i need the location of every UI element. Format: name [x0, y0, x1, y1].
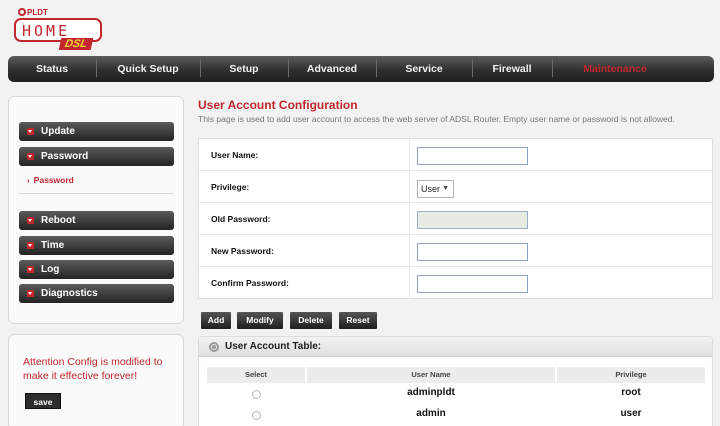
old-password-input [417, 211, 528, 229]
sidebar-item-time[interactable]: Time [19, 236, 174, 255]
delete-button[interactable]: Delete [290, 312, 332, 329]
gear-icon [209, 342, 219, 352]
chevron-down-icon [27, 128, 34, 135]
modify-button[interactable]: Modify [237, 312, 283, 329]
column-header-privilege: Privilege [557, 367, 705, 383]
chevron-down-icon [27, 242, 34, 249]
logo-brand: PLDT [27, 8, 48, 17]
username-input[interactable] [417, 147, 528, 165]
sidebar-item-diagnostics[interactable]: Diagnostics [19, 284, 174, 303]
column-header-select: Select [207, 367, 305, 383]
chevron-down-icon [27, 217, 34, 224]
sidebar-item-label: Update [41, 126, 75, 137]
save-notice-panel: Attention Config is modified to make it … [8, 334, 184, 426]
sidebar-item-update[interactable]: Update [19, 122, 174, 141]
username-label: User Name: [211, 150, 259, 160]
nav-firewall[interactable]: Firewall [472, 59, 552, 77]
nav-maintenance[interactable]: Maintenance [552, 59, 678, 77]
sidebar-item-label: Reboot [41, 215, 76, 226]
sidebar-menu: Update Password › Password Reboot Time Lo… [8, 96, 184, 324]
table-cell-privilege: root [621, 387, 641, 398]
chevron-right-icon: › [27, 176, 30, 185]
table-cell-user: admin [416, 408, 446, 419]
sidebar-subitem-password[interactable]: › Password [27, 175, 74, 185]
chevron-down-icon [27, 290, 34, 297]
logo-tag: DSL [58, 38, 94, 50]
pldt-home-dsl-logo: PLDT HOME DSL [14, 8, 106, 52]
chevron-down-icon [27, 266, 34, 273]
add-button[interactable]: Add [201, 312, 231, 329]
sidebar-item-reboot[interactable]: Reboot [19, 211, 174, 230]
form-row-new-password: New Password: [199, 235, 712, 267]
sidebar-divider [19, 193, 174, 194]
nav-advanced[interactable]: Advanced [288, 59, 376, 77]
chevron-down-icon: ▼ [442, 185, 449, 192]
row-select-radio[interactable] [252, 411, 261, 420]
privilege-label: Privilege: [211, 182, 250, 192]
page-title: User Account Configuration [198, 98, 358, 112]
form-row-username: User Name: [199, 139, 712, 171]
nav-quick-setup[interactable]: Quick Setup [96, 59, 200, 77]
user-account-table: User Account Table: Select User Name Pri… [198, 336, 713, 426]
row-select-radio[interactable] [252, 390, 261, 399]
sidebar-item-label: Time [41, 240, 65, 251]
save-button[interactable]: save [25, 393, 61, 409]
old-password-label: Old Password: [211, 214, 271, 224]
chevron-down-icon [27, 153, 34, 160]
table-cell-privilege: user [620, 408, 642, 419]
logo-ring-icon [18, 8, 26, 16]
column-header-user-name: User Name [307, 367, 555, 383]
nav-setup[interactable]: Setup [200, 59, 288, 77]
table-title: User Account Table: [225, 341, 322, 352]
user-account-form: User Name: Privilege: User ▼ Old Passwor… [198, 138, 713, 299]
confirm-password-label: Confirm Password: [211, 278, 289, 288]
table-header: User Account Table: [199, 337, 712, 357]
form-row-confirm-password: Confirm Password: [199, 267, 712, 299]
main-nav-bar: Status Quick Setup Setup Advanced Servic… [8, 56, 714, 82]
table-cell-user: adminpldt [407, 387, 455, 398]
form-row-privilege: Privilege: User ▼ [199, 171, 712, 203]
sidebar-item-password[interactable]: Password [19, 147, 174, 166]
privilege-select[interactable]: User ▼ [417, 180, 454, 198]
sidebar-item-label: Diagnostics [41, 288, 98, 299]
reset-button[interactable]: Reset [339, 312, 377, 329]
page-description: This page is used to add user account to… [198, 114, 675, 124]
nav-service[interactable]: Service [376, 59, 472, 77]
form-row-old-password: Old Password: [199, 203, 712, 235]
privilege-selected-value: User [421, 184, 441, 194]
sidebar-item-log[interactable]: Log [19, 260, 174, 279]
sidebar-item-label: Log [41, 264, 60, 275]
confirm-password-input[interactable] [417, 275, 528, 293]
new-password-label: New Password: [211, 246, 274, 256]
sidebar-item-label: Password [41, 151, 89, 162]
nav-status[interactable]: Status [8, 63, 96, 75]
attention-message: Attention Config is modified to make it … [23, 356, 163, 382]
new-password-input[interactable] [417, 243, 528, 261]
